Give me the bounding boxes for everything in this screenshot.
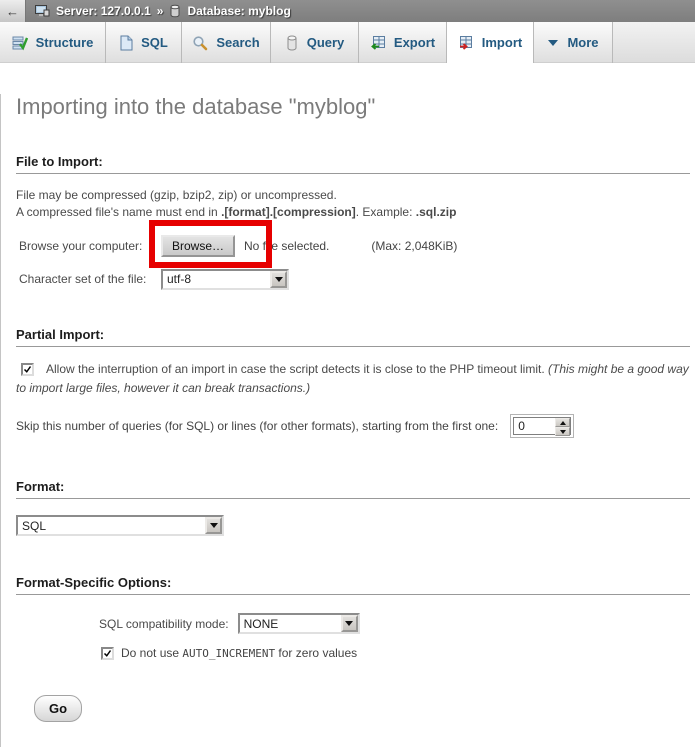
- zero-values-label: Do not use AUTO_INCREMENT for zero value…: [121, 646, 357, 660]
- chevron-down-icon: [547, 39, 559, 47]
- tab-label: Structure: [36, 35, 94, 50]
- tab-search[interactable]: Search: [182, 22, 271, 63]
- sql-compat-label: SQL compatibility mode:: [99, 617, 229, 631]
- tab-more[interactable]: More: [534, 22, 613, 63]
- browse-label: Browse your computer:: [16, 239, 161, 253]
- page-title: Importing into the database "myblog": [16, 94, 690, 120]
- import-page: Importing into the database "myblog" Fil…: [0, 94, 695, 747]
- import-icon: [458, 35, 474, 51]
- charset-select-arrow-icon[interactable]: [270, 271, 287, 288]
- structure-icon: [12, 35, 28, 51]
- tabbar-filler: [613, 22, 695, 63]
- breadcrumb-bar: ← Server: 127.0.0.1 » Database: myblog: [0, 0, 695, 22]
- export-icon: [370, 35, 386, 51]
- go-button[interactable]: Go: [34, 695, 82, 722]
- tab-label: More: [567, 35, 598, 50]
- section-heading-format-options: Format-Specific Options:: [16, 575, 690, 595]
- auto-increment-code: AUTO_INCREMENT: [182, 647, 275, 660]
- browse-row: Browse your computer: Browse… No file se…: [16, 234, 690, 258]
- section-heading-format: Format:: [16, 479, 690, 499]
- charset-select[interactable]: utf-8: [161, 269, 289, 290]
- no-file-selected-text: No file selected.: [244, 239, 329, 253]
- tab-label: Import: [482, 35, 522, 50]
- sql-compat-row: SQL compatibility mode: NONE: [16, 613, 690, 634]
- tab-bar: Structure SQL Search Query: [0, 22, 695, 63]
- skip-queries-label: Skip this number of queries (for SQL) or…: [16, 419, 498, 433]
- breadcrumb-separator: »: [157, 4, 164, 18]
- format-select-value: SQL: [18, 517, 205, 534]
- tab-import[interactable]: Import: [447, 22, 534, 63]
- query-icon: [285, 35, 299, 51]
- server-icon: [34, 4, 50, 19]
- skip-queries-spinbox: [510, 414, 574, 438]
- skip-queries-row: Skip this number of queries (for SQL) or…: [16, 414, 690, 438]
- format-select-arrow-icon[interactable]: [205, 517, 222, 534]
- tab-label: Search: [216, 35, 259, 50]
- back-arrow-icon: ←: [6, 5, 19, 18]
- breadcrumb: Server: 127.0.0.1 » Database: myblog: [26, 4, 291, 19]
- breadcrumb-database[interactable]: Database: myblog: [187, 4, 290, 18]
- max-size-text: (Max: 2,048KiB): [371, 239, 457, 253]
- charset-label: Character set of the file:: [16, 272, 161, 286]
- spinner-up-icon[interactable]: [555, 418, 570, 427]
- allow-interrupt-label: Allow the interruption of an import in c…: [46, 362, 548, 376]
- tab-label: SQL: [141, 35, 168, 50]
- tab-sql[interactable]: SQL: [106, 22, 182, 63]
- spinner: [555, 418, 570, 436]
- spinner-down-icon[interactable]: [555, 427, 570, 436]
- breadcrumb-server[interactable]: Server: 127.0.0.1: [56, 4, 151, 18]
- tab-query[interactable]: Query: [271, 22, 359, 63]
- zero-values-checkbox[interactable]: [101, 647, 114, 660]
- section-heading-file-to-import: File to Import:: [16, 154, 690, 174]
- sql-compat-select-value: NONE: [240, 615, 341, 632]
- section-heading-partial-import: Partial Import:: [16, 327, 690, 347]
- format-select[interactable]: SQL: [16, 515, 224, 536]
- tab-export[interactable]: Export: [359, 22, 447, 63]
- browse-button[interactable]: Browse…: [161, 235, 235, 257]
- allow-interrupt-row: Allow the interruption of an import in c…: [16, 360, 691, 398]
- tab-structure[interactable]: Structure: [0, 22, 106, 63]
- sql-icon: [119, 35, 133, 51]
- allow-interrupt-checkbox[interactable]: [21, 363, 34, 376]
- tab-label: Export: [394, 35, 435, 50]
- charset-select-value: utf-8: [163, 271, 270, 288]
- sql-compat-select-arrow-icon[interactable]: [341, 615, 358, 632]
- file-help-text: File may be compressed (gzip, bzip2, zip…: [16, 187, 690, 221]
- zero-values-row: Do not use AUTO_INCREMENT for zero value…: [16, 646, 690, 660]
- back-button[interactable]: ←: [0, 0, 26, 22]
- sql-compat-select[interactable]: NONE: [238, 613, 360, 634]
- charset-row: Character set of the file: utf-8: [16, 268, 690, 290]
- database-icon: [169, 4, 181, 18]
- search-icon: [192, 35, 208, 51]
- tab-label: Query: [307, 35, 345, 50]
